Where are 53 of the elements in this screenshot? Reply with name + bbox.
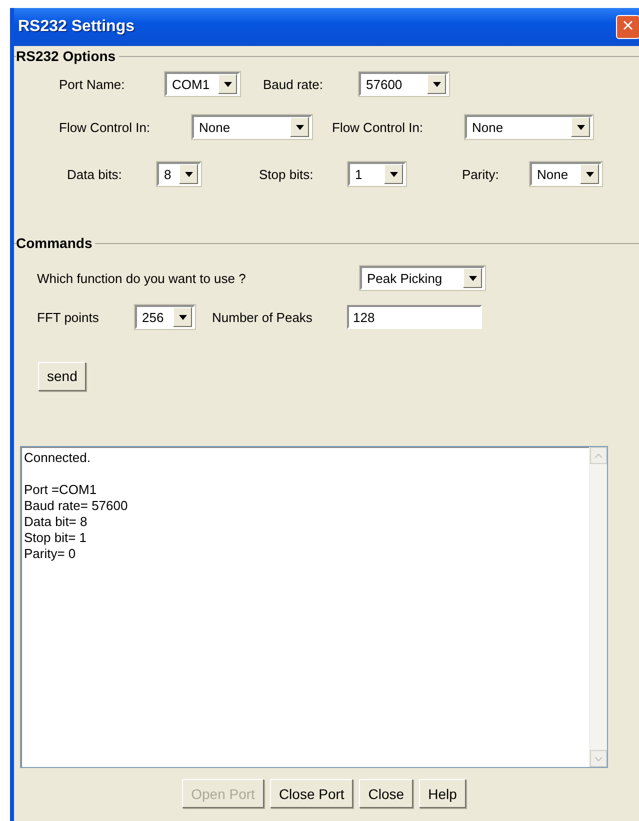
window-title: RS232 Settings bbox=[17, 18, 134, 36]
close-button[interactable]: × bbox=[616, 15, 639, 39]
combo-value: 256 bbox=[141, 310, 165, 324]
field-label: Stop bits: bbox=[259, 166, 314, 182]
dialog-button[interactable]: Close bbox=[359, 779, 414, 808]
output-text-area[interactable]: Connected. Port =COM1 Baud rate= 57600 Data bit= 8 Stop bit= 1 Parity= 0 bbox=[20, 446, 608, 768]
combo-value: 8 bbox=[163, 166, 172, 182]
output-line: Parity= 0 bbox=[24, 546, 77, 562]
dropdown[interactable]: 57600 bbox=[359, 72, 449, 96]
field-label: FFT points bbox=[37, 310, 100, 324]
field-label: Flow Control In: bbox=[332, 120, 424, 134]
field-label: Data bits: bbox=[67, 166, 123, 182]
dropdown-arrow-icon[interactable] bbox=[184, 172, 192, 176]
dropdown-arrow-icon[interactable] bbox=[432, 82, 440, 86]
output-line: Stop bit= 1 bbox=[24, 530, 88, 546]
dropdown[interactable]: 8 bbox=[157, 162, 201, 186]
field-label: Port Name: bbox=[59, 76, 126, 92]
dropdown-arrow-icon[interactable] bbox=[468, 276, 476, 280]
output-line: Port =COM1 bbox=[24, 482, 98, 498]
dropdown[interactable]: Peak Picking bbox=[360, 266, 485, 290]
field-label: Parity: bbox=[462, 166, 500, 182]
combo-value: 1 bbox=[354, 166, 364, 182]
group-title: RS232 Options bbox=[16, 48, 119, 64]
dropdown[interactable]: 256 bbox=[135, 305, 195, 329]
combo-value: None bbox=[198, 120, 232, 134]
output-line: Data bit= 8 bbox=[24, 514, 88, 530]
field-label: Baud rate: bbox=[263, 76, 324, 92]
dialog-button[interactable]: Help bbox=[419, 779, 466, 808]
dropdown[interactable]: None bbox=[530, 162, 602, 186]
send-button[interactable]: send bbox=[38, 362, 86, 390]
output-line: Connected. bbox=[24, 450, 92, 466]
combo-value: None bbox=[536, 166, 570, 182]
group-title: Commands bbox=[16, 235, 96, 251]
dropdown-arrow-icon[interactable] bbox=[586, 172, 594, 176]
output-line: Baud rate= 57600 bbox=[24, 498, 129, 514]
dropdown-arrow-icon[interactable] bbox=[296, 124, 304, 130]
dropdown-arrow-icon[interactable] bbox=[390, 172, 398, 176]
dropdown-arrow-icon[interactable] bbox=[224, 82, 232, 86]
input-field[interactable]: 128 bbox=[347, 305, 482, 329]
dropdown[interactable]: None bbox=[192, 115, 312, 139]
dialog-button[interactable]: Close Port bbox=[270, 779, 354, 808]
dropdown[interactable]: COM1 bbox=[165, 72, 240, 96]
dropdown-arrow-icon[interactable] bbox=[178, 314, 186, 320]
field-label: Number of Peaks bbox=[212, 310, 314, 324]
combo-value: COM1 bbox=[171, 76, 211, 92]
dropdown[interactable]: 1 bbox=[348, 162, 406, 186]
combo-value: None bbox=[471, 120, 504, 134]
field-label: Which function do you want to use ? bbox=[37, 270, 247, 286]
field-label: Flow Control In: bbox=[59, 120, 152, 134]
dropdown-arrow-icon[interactable] bbox=[576, 124, 584, 130]
combo-value: Peak Picking bbox=[366, 270, 444, 286]
combo-value: 57600 bbox=[365, 76, 404, 92]
dropdown[interactable]: None bbox=[465, 115, 593, 139]
